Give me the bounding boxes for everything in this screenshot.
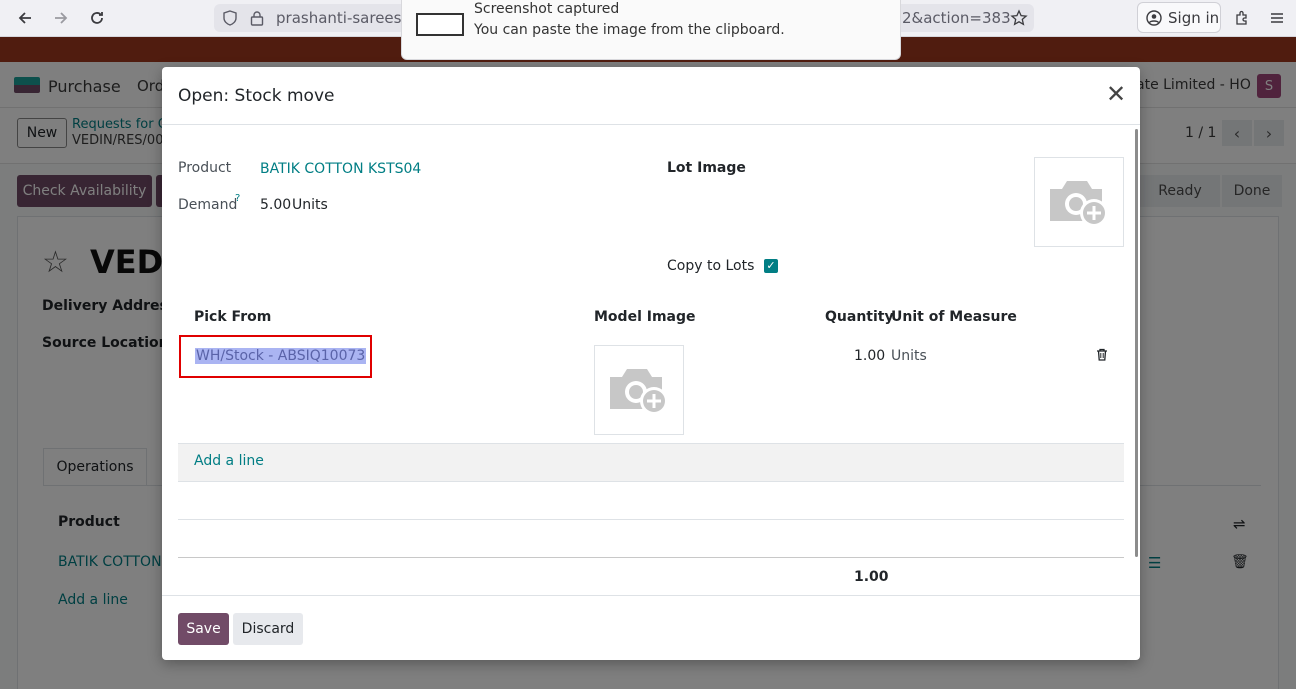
model-image-upload[interactable] [594,345,684,435]
dialog-header: Open: Stock move ✕ [162,67,1140,125]
row-divider [178,481,1124,482]
row-divider [178,519,1124,520]
sign-in-label: Sign in [1168,8,1220,27]
camera-add-icon [610,369,668,415]
demand-value: 5.00 [260,197,292,213]
add-a-line-link[interactable]: Add a line [194,453,264,469]
product-field[interactable]: BATIK COTTON KSTS04 [260,161,421,177]
screenshot-thumbnail [416,13,464,36]
dialog-body: Product BATIK COTTON KSTS04 Demand ? 5.0… [162,125,1140,595]
line-unit[interactable]: Units [891,348,927,364]
discard-button[interactable]: Discard [233,613,303,645]
account-icon [1146,9,1162,26]
url-text: prashanti-sarees-s [276,9,415,27]
url-text-end: 2&action=383 [902,9,1011,27]
column-model-image: Model Image [594,309,696,325]
pick-from-value[interactable]: WH/Stock - ABSIQ10073 [195,348,367,364]
demand-label: Demand [178,197,238,213]
copy-to-lots-checkbox[interactable]: ✓ [764,259,778,273]
delete-line-icon[interactable] [1096,348,1108,365]
help-tooltip-icon[interactable]: ? [235,193,240,204]
save-button[interactable]: Save [178,613,229,645]
sign-in-button[interactable]: Sign in [1137,2,1221,33]
demand-unit: Units [292,197,328,213]
footer-divider [178,557,1124,558]
total-quantity: 1.00 [854,569,889,585]
column-unit-of-measure: Unit of Measure [891,309,1017,325]
reload-icon[interactable] [84,6,110,30]
menu-icon[interactable] [1264,6,1290,30]
lock-icon [250,11,264,26]
vertical-scrollbar[interactable] [1135,129,1138,557]
column-quantity: Quantity [825,309,894,325]
lot-image-upload[interactable] [1034,157,1124,247]
forward-icon[interactable] [48,6,74,30]
product-label: Product [178,160,232,176]
screenshot-notification: Screenshot captured You can paste the im… [401,0,901,60]
notification-subtitle: You can paste the image from the clipboa… [474,22,785,38]
stock-move-dialog: Open: Stock move ✕ Product BATIK COTTON … [162,67,1140,660]
pick-from-field[interactable]: WH/Stock - ABSIQ10073 [179,335,372,378]
copy-to-lots-label: Copy to Lots [667,258,755,274]
bookmark-star-icon[interactable] [1010,9,1028,27]
shield-icon [223,10,237,26]
line-quantity[interactable]: 1.00 [854,348,885,364]
camera-add-icon [1050,181,1108,227]
column-pick-from: Pick From [194,309,272,325]
add-line-row: Add a line [178,443,1124,481]
dialog-title: Open: Stock move [178,86,335,106]
back-icon[interactable] [12,6,38,30]
close-icon[interactable]: ✕ [1105,82,1127,106]
dialog-footer: Save Discard [162,595,1140,660]
checkmark-icon: ✓ [766,259,776,272]
notification-title: Screenshot captured [474,1,620,17]
lot-image-label: Lot Image [667,160,746,176]
extensions-icon[interactable] [1229,6,1255,30]
row-divider [178,443,1124,444]
